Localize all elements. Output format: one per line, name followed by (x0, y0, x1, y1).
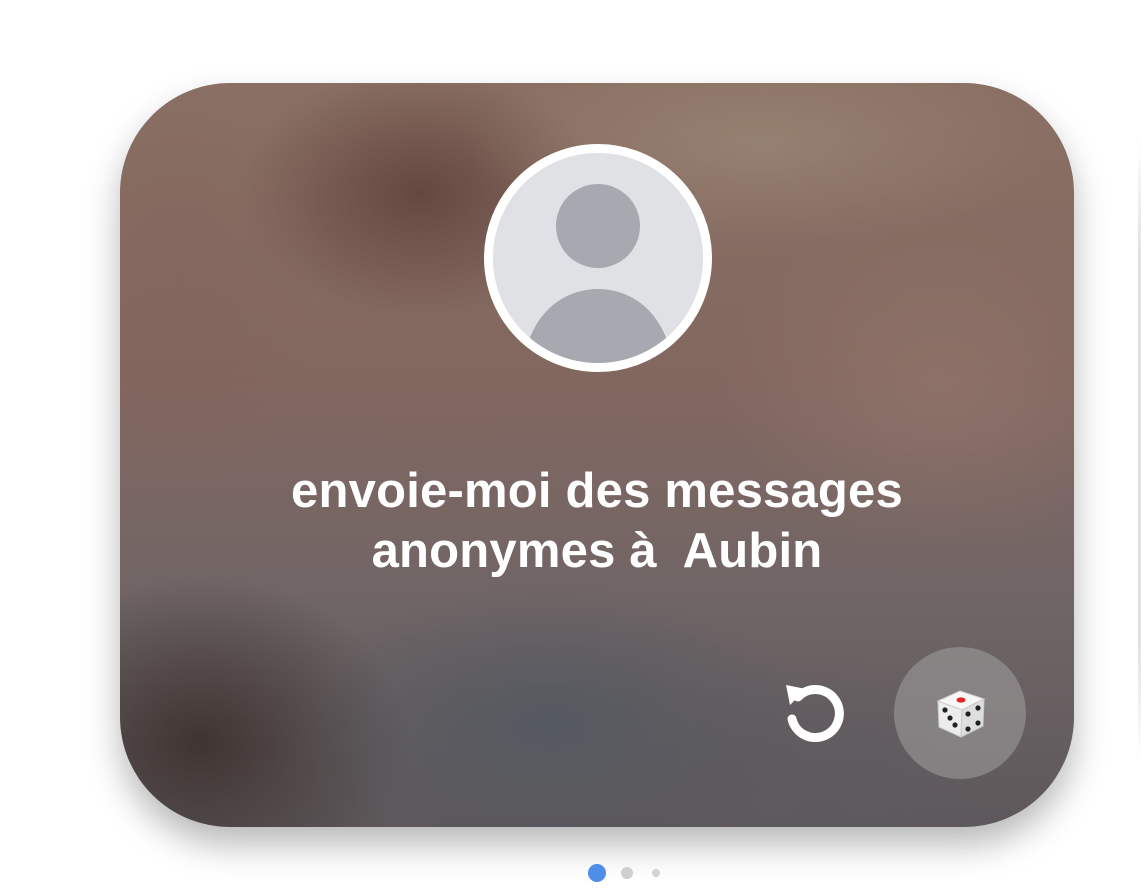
refresh-icon (786, 685, 844, 743)
page-dot[interactable] (652, 869, 660, 877)
refresh-button[interactable] (776, 675, 852, 751)
default-user-avatar-icon (493, 153, 703, 363)
profile-avatar (484, 144, 712, 372)
dice-icon (936, 690, 986, 738)
headline-line-2: anonymes à Aubin (371, 524, 823, 578)
page-indicator (0, 862, 1141, 884)
page-dot-active[interactable] (588, 864, 606, 882)
page-dot[interactable] (621, 867, 633, 879)
anonymous-message-card[interactable]: envoie-moi des messages anonymes à Aubin (120, 83, 1074, 827)
story-card-screen: envoie-moi des messages anonymes à Aubin (0, 0, 1141, 890)
random-message-button[interactable] (894, 647, 1026, 779)
card-headline: envoie-moi des messages anonymes à Aubin (120, 461, 1074, 581)
headline-line-1: envoie-moi des messages (291, 464, 903, 518)
